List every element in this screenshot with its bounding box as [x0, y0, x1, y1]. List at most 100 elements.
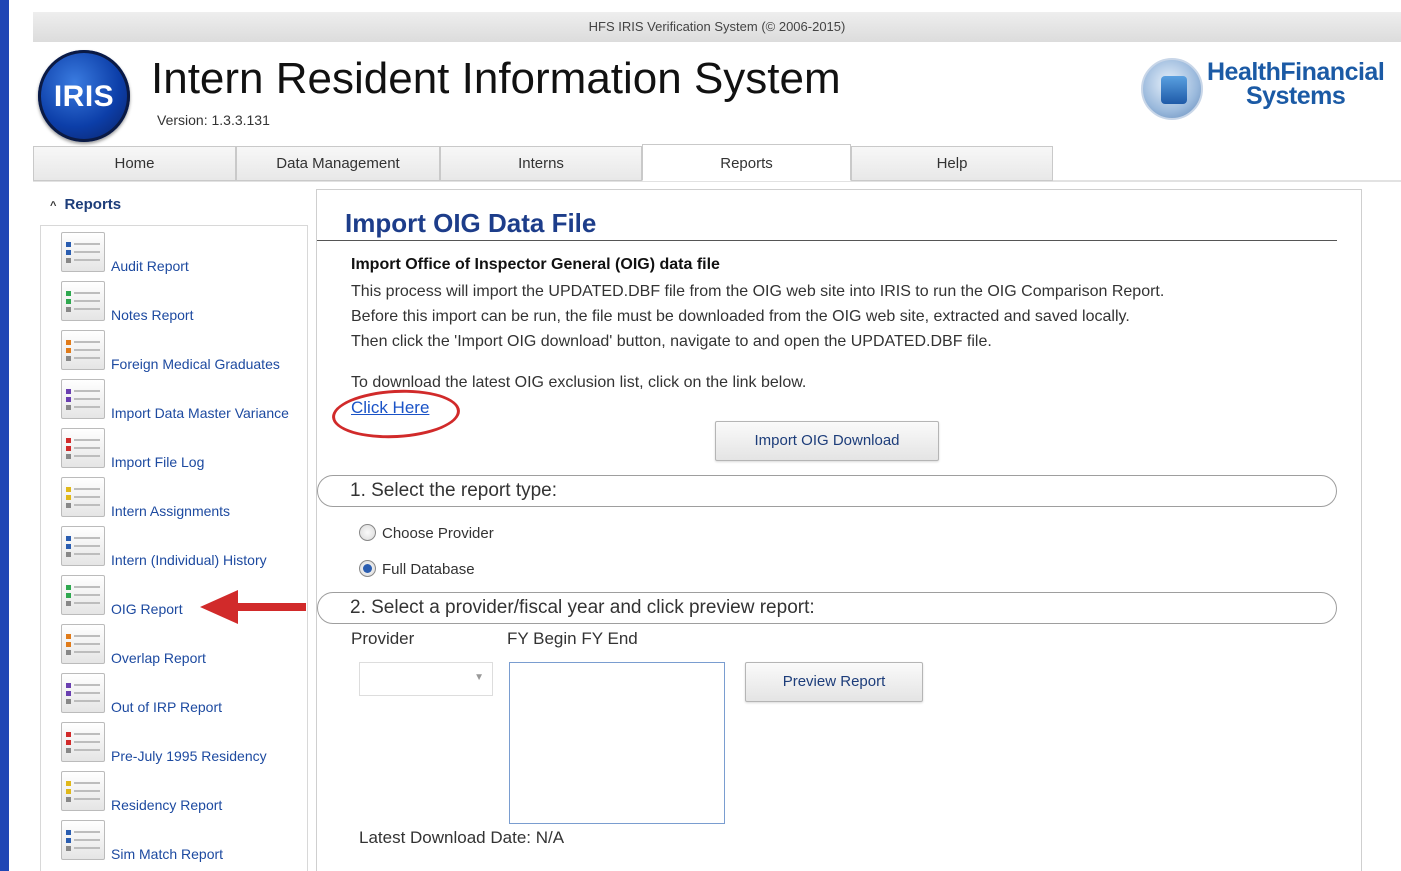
report-icon-marker [66, 438, 71, 443]
fiscal-year-list[interactable] [509, 662, 725, 824]
report-icon [61, 673, 105, 713]
report-icon [61, 526, 105, 566]
radio-full-database[interactable]: Full Database [359, 560, 475, 578]
import-oig-download-button[interactable]: Import OIG Download [715, 421, 939, 461]
sidebar-item-label: Audit Report [111, 258, 189, 274]
company-logo: HealthFinancial Systems [1141, 54, 1391, 124]
report-icon-line [74, 749, 100, 751]
sidebar-item-audit-report[interactable]: Audit Report [61, 232, 305, 276]
report-icon-line [74, 586, 100, 588]
report-icon-line [74, 243, 100, 245]
report-icon-line [74, 357, 100, 359]
report-icon-marker [66, 699, 71, 704]
report-icon [61, 232, 105, 272]
report-icon-line [74, 594, 100, 596]
sidebar-item-sim-match-report[interactable]: Sim Match Report [61, 820, 305, 864]
red-circle-annotation [330, 386, 462, 442]
description-line-1: This process will import the UPDATED.DBF… [351, 283, 1165, 300]
report-icon-line [74, 545, 100, 547]
iris-logo: IRIS [38, 50, 130, 142]
report-icon-line [74, 251, 100, 253]
sidebar-item-label: Out of IRP Report [111, 699, 223, 715]
report-icon-marker [66, 797, 71, 802]
section-provider-fiscal-year: 2. Select a provider/fiscal year and cli… [317, 592, 1337, 624]
report-icon-marker [66, 389, 71, 394]
app-header: IRIS Intern Resident Information System … [33, 42, 1401, 146]
tab-reports[interactable]: Reports [642, 144, 851, 181]
sidebar-item-import-file-log[interactable]: Import File Log [61, 428, 305, 472]
sidebar-item-label: Notes Report [111, 307, 194, 323]
report-icon-line [74, 504, 100, 506]
report-icon-line [74, 341, 100, 343]
sidebar-item-label: Foreign Medical Graduates [111, 356, 280, 372]
report-icon-marker [66, 732, 71, 737]
radio-choose-provider[interactable]: Choose Provider [359, 524, 494, 542]
radio-label: Full Database [382, 561, 475, 578]
sidebar-item-import-data-master-variance[interactable]: Import Data Master Variance [61, 379, 305, 423]
fiscal-year-label: FY Begin FY End [507, 629, 638, 648]
report-icon-marker [66, 242, 71, 247]
sidebar-reports-header[interactable]: ^ Reports [50, 196, 121, 213]
report-icon-line [74, 782, 100, 784]
sidebar-item-intern-assignments[interactable]: Intern Assignments [61, 477, 305, 521]
preview-report-button[interactable]: Preview Report [745, 662, 923, 702]
report-icon-marker [66, 299, 71, 304]
report-icon-line [74, 349, 100, 351]
report-icon-marker [66, 634, 71, 639]
tab-interns[interactable]: Interns [440, 146, 642, 181]
sidebar-item-label: Import Data Master Variance [111, 405, 289, 421]
sidebar-item-foreign-medical-graduates[interactable]: Foreign Medical Graduates [61, 330, 305, 374]
sidebar-item-overlap-report[interactable]: Overlap Report [61, 624, 305, 668]
radio-button-checked[interactable] [359, 560, 376, 577]
arrow-shape [200, 590, 306, 624]
tab-home[interactable]: Home [33, 146, 236, 181]
report-icon-marker [66, 601, 71, 606]
tab-help[interactable]: Help [851, 146, 1053, 181]
report-icon-line [74, 447, 100, 449]
report-icon-line [74, 831, 100, 833]
reports-sidebar: Audit Report Notes Report Foreign Medical … [40, 225, 308, 871]
report-icon [61, 379, 105, 419]
report-icon-marker [66, 487, 71, 492]
sidebar-item-residency-report[interactable]: Residency Report [61, 771, 305, 815]
report-icon-marker [66, 830, 71, 835]
globe-icon [1141, 58, 1203, 120]
report-icon-line [74, 292, 100, 294]
sidebar-item-intern-individual-history[interactable]: Intern (Individual) History [61, 526, 305, 570]
report-icon-marker [66, 691, 71, 696]
report-icon-line [74, 398, 100, 400]
report-icon-line [74, 790, 100, 792]
window-left-border [0, 0, 9, 871]
report-icon-marker [66, 348, 71, 353]
report-icon [61, 281, 105, 321]
tab-data-management[interactable]: Data Management [236, 146, 440, 181]
report-icon-line [74, 553, 100, 555]
sidebar-item-notes-report[interactable]: Notes Report [61, 281, 305, 325]
sidebar-item-out-of-irp-report[interactable]: Out of IRP Report [61, 673, 305, 717]
report-icon-marker [66, 291, 71, 296]
sidebar-item-pre-july-1995-residency[interactable]: Pre-July 1995 Residency [61, 722, 305, 766]
latest-download-date: Latest Download Date: N/A [359, 828, 565, 847]
version-label: Version: 1.3.3.131 [157, 112, 270, 128]
report-icon-marker [66, 585, 71, 590]
report-icon-line [74, 684, 100, 686]
sidebar-item-label: Sim Match Report [111, 846, 224, 862]
sidebar-item-label: Overlap Report [111, 650, 206, 666]
report-icon-line [74, 692, 100, 694]
report-icon-line [74, 635, 100, 637]
description-heading: Import Office of Inspector General (OIG)… [351, 256, 720, 273]
sidebar-item-label: Intern (Individual) History [111, 552, 267, 568]
report-icon-marker [66, 397, 71, 402]
radio-button[interactable] [359, 524, 376, 541]
chevron-down-icon: ▼ [474, 672, 484, 683]
report-icon [61, 575, 105, 615]
report-icon-marker [66, 258, 71, 263]
provider-dropdown[interactable]: ▼ [359, 662, 493, 696]
report-icon-marker [66, 454, 71, 459]
window-title: HFS IRIS Verification System (© 2006-201… [588, 19, 846, 34]
report-icon-marker [66, 781, 71, 786]
report-icon-marker [66, 593, 71, 598]
description-line-3: Then click the 'Import OIG download' but… [351, 333, 992, 350]
section-report-type: 1. Select the report type: [317, 475, 1337, 507]
description-line-2: Before this import can be run, the file … [351, 308, 1130, 325]
